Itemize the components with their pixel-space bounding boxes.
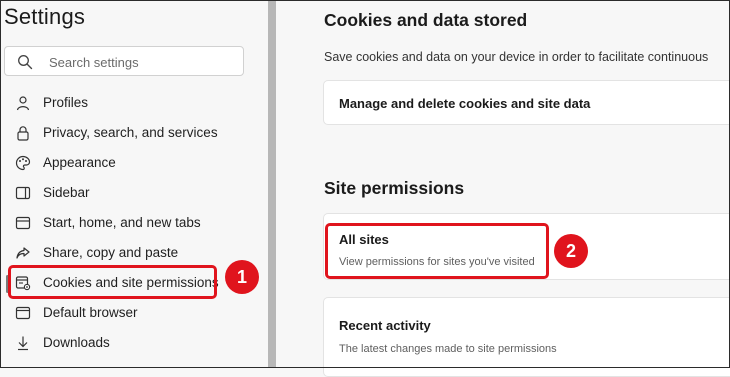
sidebar-item-label: Appearance bbox=[43, 155, 116, 170]
manage-cookies-card[interactable]: Manage and delete cookies and site data bbox=[323, 80, 730, 125]
panel-divider bbox=[268, 0, 276, 368]
sidebar-item-appearance[interactable]: Appearance bbox=[0, 148, 268, 178]
sidebar-item-downloads[interactable]: Downloads bbox=[0, 328, 268, 358]
sidebar-item-label: Profiles bbox=[43, 95, 89, 110]
sidebar-item-sidebar[interactable]: Sidebar bbox=[0, 178, 268, 208]
sidebar-item-share[interactable]: Share, copy and paste bbox=[0, 238, 268, 268]
sidebar-icon bbox=[15, 186, 31, 200]
settings-sidebar: Settings Profiles Privacy, search, and s… bbox=[0, 0, 268, 368]
sidebar-item-label: Start, home, and new tabs bbox=[43, 215, 201, 230]
share-icon bbox=[16, 247, 30, 259]
profile-icon bbox=[16, 96, 30, 111]
highlight-box-cookies bbox=[8, 265, 217, 299]
sidebar-item-label: Privacy, search, and services bbox=[43, 125, 218, 140]
main-content: Cookies and data stored Save cookies and… bbox=[276, 0, 730, 377]
sidebar-item-label: Share, copy and paste bbox=[43, 245, 179, 260]
recent-activity-title: Recent activity bbox=[339, 318, 431, 333]
cookies-heading: Cookies and data stored bbox=[324, 10, 528, 30]
site-permissions-heading: Site permissions bbox=[324, 178, 465, 198]
manage-cookies-label: Manage and delete cookies and site data bbox=[339, 96, 591, 111]
highlight-box-all-sites bbox=[325, 223, 549, 279]
search-input[interactable] bbox=[47, 52, 241, 72]
recent-activity-card[interactable]: Recent activity The latest changes made … bbox=[323, 297, 730, 377]
sidebar-item-label: Default browser bbox=[43, 305, 138, 320]
recent-activity-subtitle: The latest changes made to site permissi… bbox=[339, 343, 557, 355]
sidebar-item-start-home[interactable]: Start, home, and new tabs bbox=[0, 208, 268, 238]
cookies-description: Save cookies and data on your device in … bbox=[324, 50, 709, 64]
sidebar-item-label: Downloads bbox=[43, 335, 110, 350]
sidebar-item-label: Sidebar bbox=[43, 185, 90, 200]
browser-icon bbox=[15, 306, 31, 320]
settings-title: Settings bbox=[4, 4, 86, 29]
step-badge-2: 2 bbox=[554, 234, 588, 268]
home-tabs-icon bbox=[15, 216, 31, 230]
search-icon bbox=[18, 55, 33, 70]
download-icon bbox=[18, 336, 28, 351]
palette-icon bbox=[15, 155, 31, 171]
search-box[interactable] bbox=[4, 46, 244, 76]
sidebar-item-privacy[interactable]: Privacy, search, and services bbox=[0, 118, 268, 148]
sidebar-item-profiles[interactable]: Profiles bbox=[0, 88, 268, 118]
sidebar-item-default-browser[interactable]: Default browser bbox=[0, 298, 268, 328]
step-badge-1: 1 bbox=[225, 260, 259, 294]
lock-icon bbox=[17, 126, 29, 141]
